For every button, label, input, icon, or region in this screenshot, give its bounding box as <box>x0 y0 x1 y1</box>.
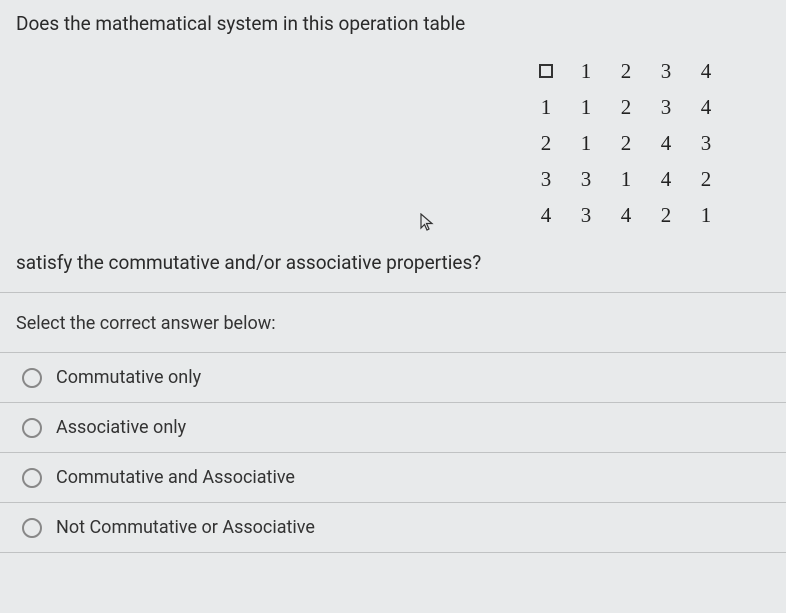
table-row: 3 3 1 4 2 <box>526 161 726 197</box>
table-cell: 1 <box>566 125 606 161</box>
table-header-row: 1 2 3 4 <box>526 53 726 89</box>
table-cell: 2 <box>606 125 646 161</box>
row-label: 3 <box>526 161 566 197</box>
square-icon <box>539 64 553 78</box>
option-not-commutative-or-associative[interactable]: Not Commutative or Associative <box>0 503 786 553</box>
option-commutative-only[interactable]: Commutative only <box>0 353 786 403</box>
table-row: 2 1 2 4 3 <box>526 125 726 161</box>
table-cell: 3 <box>566 161 606 197</box>
option-label: Associative only <box>56 417 186 438</box>
header-cell: 4 <box>686 53 726 89</box>
table-cell: 4 <box>646 125 686 161</box>
question-container: Does the mathematical system in this ope… <box>0 0 786 613</box>
option-label: Not Commutative or Associative <box>56 517 315 538</box>
cursor-icon <box>420 213 436 233</box>
operation-table: 1 2 3 4 1 1 2 3 4 2 1 2 4 3 3 3 <box>526 53 726 233</box>
table-cell: 3 <box>566 197 606 233</box>
table-cell: 2 <box>646 197 686 233</box>
row-label: 1 <box>526 89 566 125</box>
table-cell: 3 <box>646 89 686 125</box>
table-cell: 2 <box>606 89 646 125</box>
option-commutative-and-associative[interactable]: Commutative and Associative <box>0 453 786 503</box>
header-cell: 3 <box>646 53 686 89</box>
option-associative-only[interactable]: Associative only <box>0 403 786 453</box>
header-cell: 1 <box>566 53 606 89</box>
option-label: Commutative and Associative <box>56 467 295 488</box>
row-label: 2 <box>526 125 566 161</box>
table-operation-symbol <box>526 53 566 89</box>
radio-icon <box>22 368 42 388</box>
table-cell: 4 <box>606 197 646 233</box>
question-suffix: satisfy the commutative and/or associati… <box>0 243 786 293</box>
table-row: 1 1 2 3 4 <box>526 89 726 125</box>
table-section: 1 2 3 4 1 1 2 3 4 2 1 2 4 3 3 3 <box>0 43 786 243</box>
header-cell: 2 <box>606 53 646 89</box>
radio-icon <box>22 418 42 438</box>
table-cell: 4 <box>646 161 686 197</box>
option-label: Commutative only <box>56 367 201 388</box>
table-cell: 1 <box>686 197 726 233</box>
question-prefix: Does the mathematical system in this ope… <box>0 0 786 43</box>
row-label: 4 <box>526 197 566 233</box>
table-row: 4 3 4 2 1 <box>526 197 726 233</box>
table-cell: 4 <box>686 89 726 125</box>
table-cell: 1 <box>606 161 646 197</box>
radio-icon <box>22 468 42 488</box>
select-prompt: Select the correct answer below: <box>0 293 786 353</box>
table-cell: 3 <box>686 125 726 161</box>
table-cell: 2 <box>686 161 726 197</box>
table-cell: 1 <box>566 89 606 125</box>
radio-icon <box>22 518 42 538</box>
